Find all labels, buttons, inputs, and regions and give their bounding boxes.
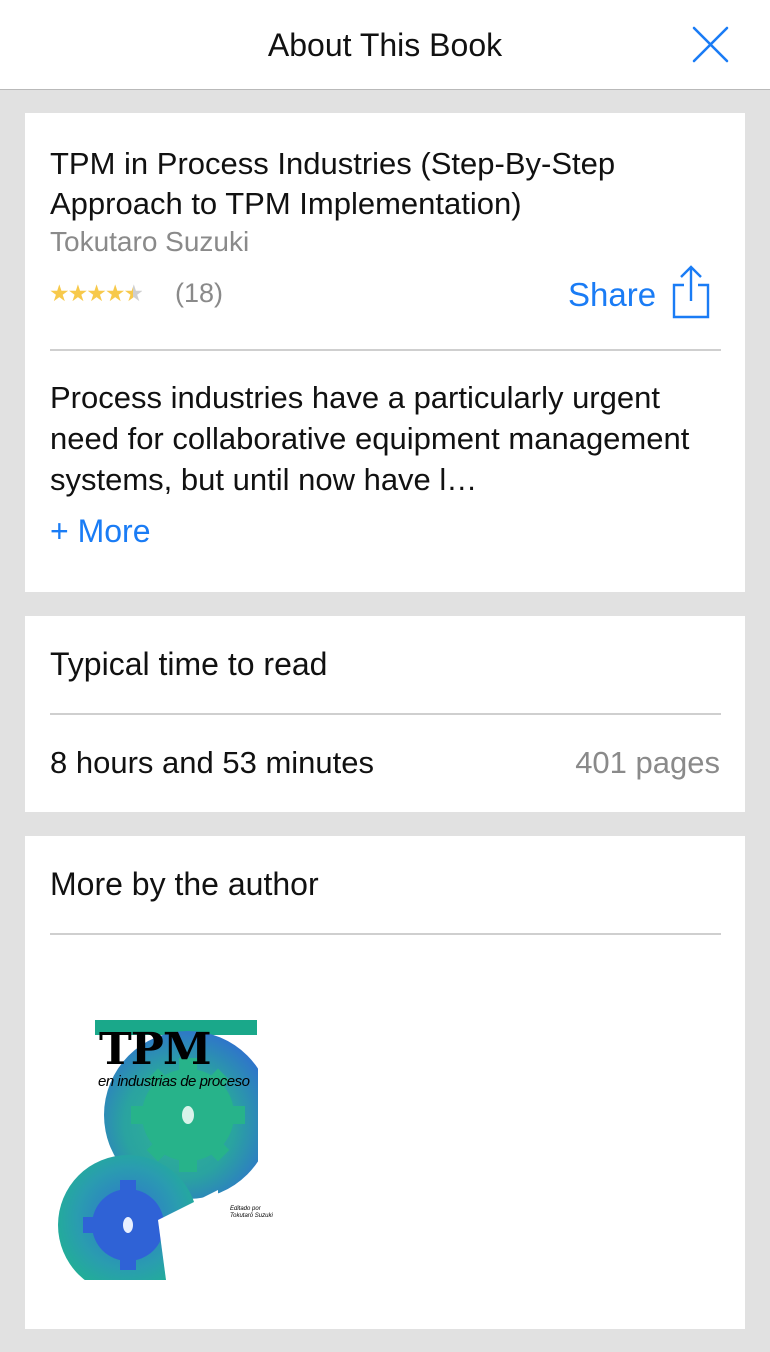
star-icon: ★ — [104, 280, 126, 306]
more-by-author-heading: More by the author — [50, 866, 319, 902]
share-label: Share — [568, 276, 657, 313]
star-icon: ★ — [49, 280, 70, 306]
divider — [50, 933, 721, 935]
half-star-icon: ★ — [123, 280, 145, 306]
book-author: Tokutaro Suzuki — [50, 226, 250, 257]
book-title: TPM in Process Industries (Step-By-Step … — [50, 146, 616, 221]
cover-title: TPM — [99, 1024, 212, 1075]
book-info-card: TPM in Process Industries (Step-By-Step … — [25, 113, 745, 592]
page-title: About This Book — [267, 27, 503, 63]
more-by-author-card: More by the author TPM en industrias de … — [25, 836, 745, 1329]
book-description: Process industries have a particularly u… — [50, 380, 690, 497]
reading-time-card: Typical time to read 8 hours and 53 minu… — [25, 616, 745, 812]
star-rating: ★★★★★ — [49, 279, 145, 307]
book-cover[interactable]: TPM en industrias de proceso Editado por… — [58, 1020, 273, 1295]
cover-editor-name: Tokutarō Suzuki — [230, 1213, 273, 1219]
cover-editor-label: Editado por — [230, 1206, 261, 1212]
close-button[interactable] — [690, 24, 732, 66]
reading-time-value: 8 hours and 53 minutes — [50, 745, 374, 780]
rating-count: (18) — [175, 278, 224, 308]
reading-time-heading: Typical time to read — [50, 646, 328, 682]
divider — [50, 349, 721, 351]
cover-editor: Editado por Tokutarō Suzuki — [230, 1206, 290, 1220]
header-bar: About This Book — [0, 0, 770, 90]
share-button[interactable]: Share — [568, 265, 718, 321]
close-icon — [692, 26, 729, 63]
cover-subtitle: en industrias de proceso — [98, 1073, 250, 1090]
page-count: 401 pages — [575, 745, 720, 780]
star-icon: ★ — [86, 280, 107, 306]
star-icon: ★ — [67, 280, 89, 306]
divider — [50, 713, 721, 715]
more-link[interactable]: + More — [50, 511, 150, 551]
share-icon — [672, 265, 710, 319]
